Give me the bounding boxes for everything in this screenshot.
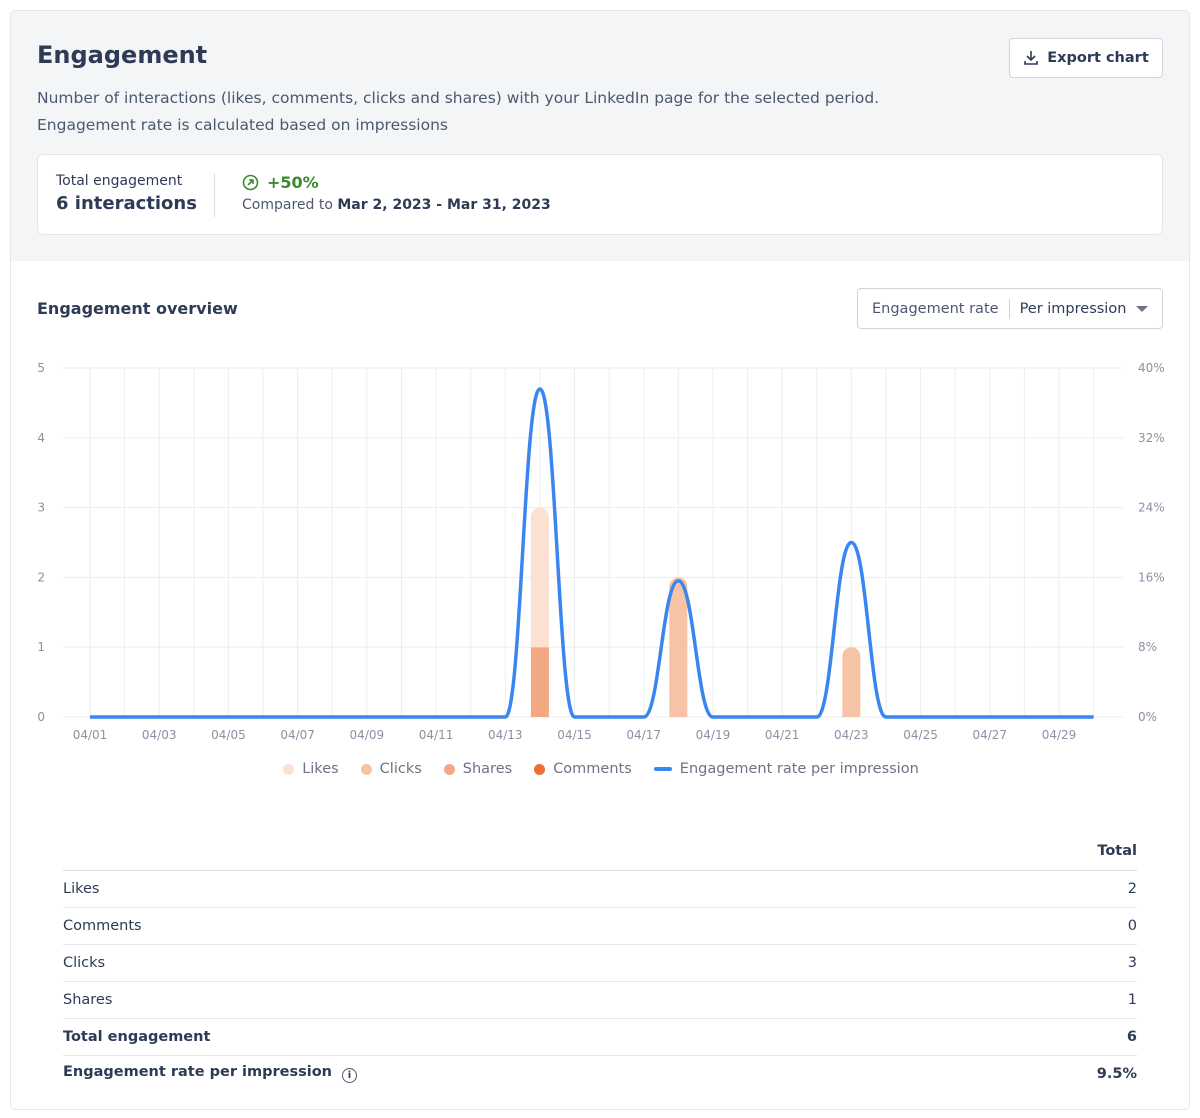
column-header-total: Total (63, 833, 1137, 871)
table-row: Likes 2 (63, 870, 1137, 908)
legend-item[interactable]: Engagement rate per impression (653, 761, 919, 777)
x-tick-label: 04/21 (765, 728, 800, 742)
row-label: Total engagement (63, 1028, 211, 1045)
row-value: 9.5% (1096, 1065, 1137, 1082)
legend-dot-marker (283, 763, 295, 775)
engagement-panel: Engagement Number of interactions (likes… (10, 10, 1190, 1110)
y2-tick-label: 16% (1138, 570, 1165, 584)
legend-item[interactable]: Comments (534, 761, 632, 777)
y2-tick-label: 40% (1138, 361, 1165, 375)
bar-likes-04-14[interactable] (530, 507, 549, 648)
row-label: Comments (63, 917, 142, 934)
bar-clicks-04-23[interactable] (842, 647, 861, 717)
legend-line-marker (653, 767, 672, 771)
table-row: Total engagement 6 (63, 1018, 1137, 1056)
legend-label: Comments (553, 761, 632, 777)
row-value: 3 (1007, 944, 1137, 982)
row-value: 2 (1007, 870, 1137, 908)
row-value: 6 (1007, 1018, 1137, 1056)
y-tick-label: 5 (37, 361, 45, 375)
legend-label: Clicks (379, 761, 422, 777)
y-tick-label: 0 (37, 710, 45, 724)
table-row: Engagement rate per impression i 9.5% (63, 1055, 1137, 1092)
y2-tick-label: 8% (1138, 640, 1157, 654)
table-row: Shares 1 (63, 981, 1137, 1019)
x-tick-label: 04/03 (142, 728, 177, 742)
y2-tick-label: 0% (1138, 710, 1157, 724)
bar-shares-04-14[interactable] (530, 647, 549, 717)
x-tick-label: 04/13 (488, 728, 523, 742)
row-label: Likes (63, 880, 100, 897)
x-tick-label: 04/29 (1042, 728, 1077, 742)
totals-table: Total Likes 2 Comments 0 Clicks 3 Shares 1 Total… (63, 833, 1137, 1092)
table-row: Clicks 3 (63, 944, 1137, 982)
legend-dot-marker (534, 763, 546, 775)
x-tick-label: 04/23 (834, 728, 869, 742)
legend-dot-marker (443, 763, 455, 775)
x-tick-label: 04/01 (73, 728, 108, 742)
legend-dot-marker (360, 763, 372, 775)
x-tick-label: 04/15 (557, 728, 592, 742)
table-row: Comments 0 (63, 907, 1137, 945)
row-label: Clicks (63, 954, 106, 971)
chart-legend: Likes Clicks Shares Comments Engagement rate… (11, 761, 1189, 777)
legend-label: Shares (462, 761, 513, 777)
x-tick-label: 04/17 (626, 728, 661, 742)
x-tick-label: 04/19 (696, 728, 731, 742)
y-tick-label: 2 (37, 570, 45, 584)
y-tick-label: 4 (37, 431, 45, 445)
legend-label: Likes (302, 761, 339, 777)
x-tick-label: 04/09 (350, 728, 385, 742)
x-tick-label: 04/11 (419, 728, 454, 742)
row-value: 0 (1007, 907, 1137, 945)
row-value: 1 (1007, 981, 1137, 1019)
y-tick-label: 1 (37, 640, 45, 654)
x-tick-label: 04/25 (903, 728, 938, 742)
x-tick-label: 04/05 (211, 728, 246, 742)
x-tick-label: 04/27 (972, 728, 1007, 742)
y2-tick-label: 24% (1138, 501, 1165, 515)
legend-item[interactable]: Shares (443, 761, 513, 777)
legend-item[interactable]: Clicks (360, 761, 422, 777)
legend-item[interactable]: Likes (283, 761, 339, 777)
y2-tick-label: 32% (1138, 431, 1165, 445)
y-tick-label: 3 (37, 501, 45, 515)
legend-label: Engagement rate per impression (679, 761, 919, 777)
engagement-chart: 0 0% 1 8% 2 16% 3 24% 4 32% 5 40% 04/01 04/03 04/05 04/… (37, 361, 1165, 742)
row-label: Shares (63, 991, 113, 1008)
x-tick-label: 04/07 (280, 728, 315, 742)
row-label: Engagement rate per impression (63, 1064, 332, 1081)
info-icon[interactable]: i (341, 1068, 357, 1084)
bar-clicks-04-18[interactable] (669, 577, 688, 717)
